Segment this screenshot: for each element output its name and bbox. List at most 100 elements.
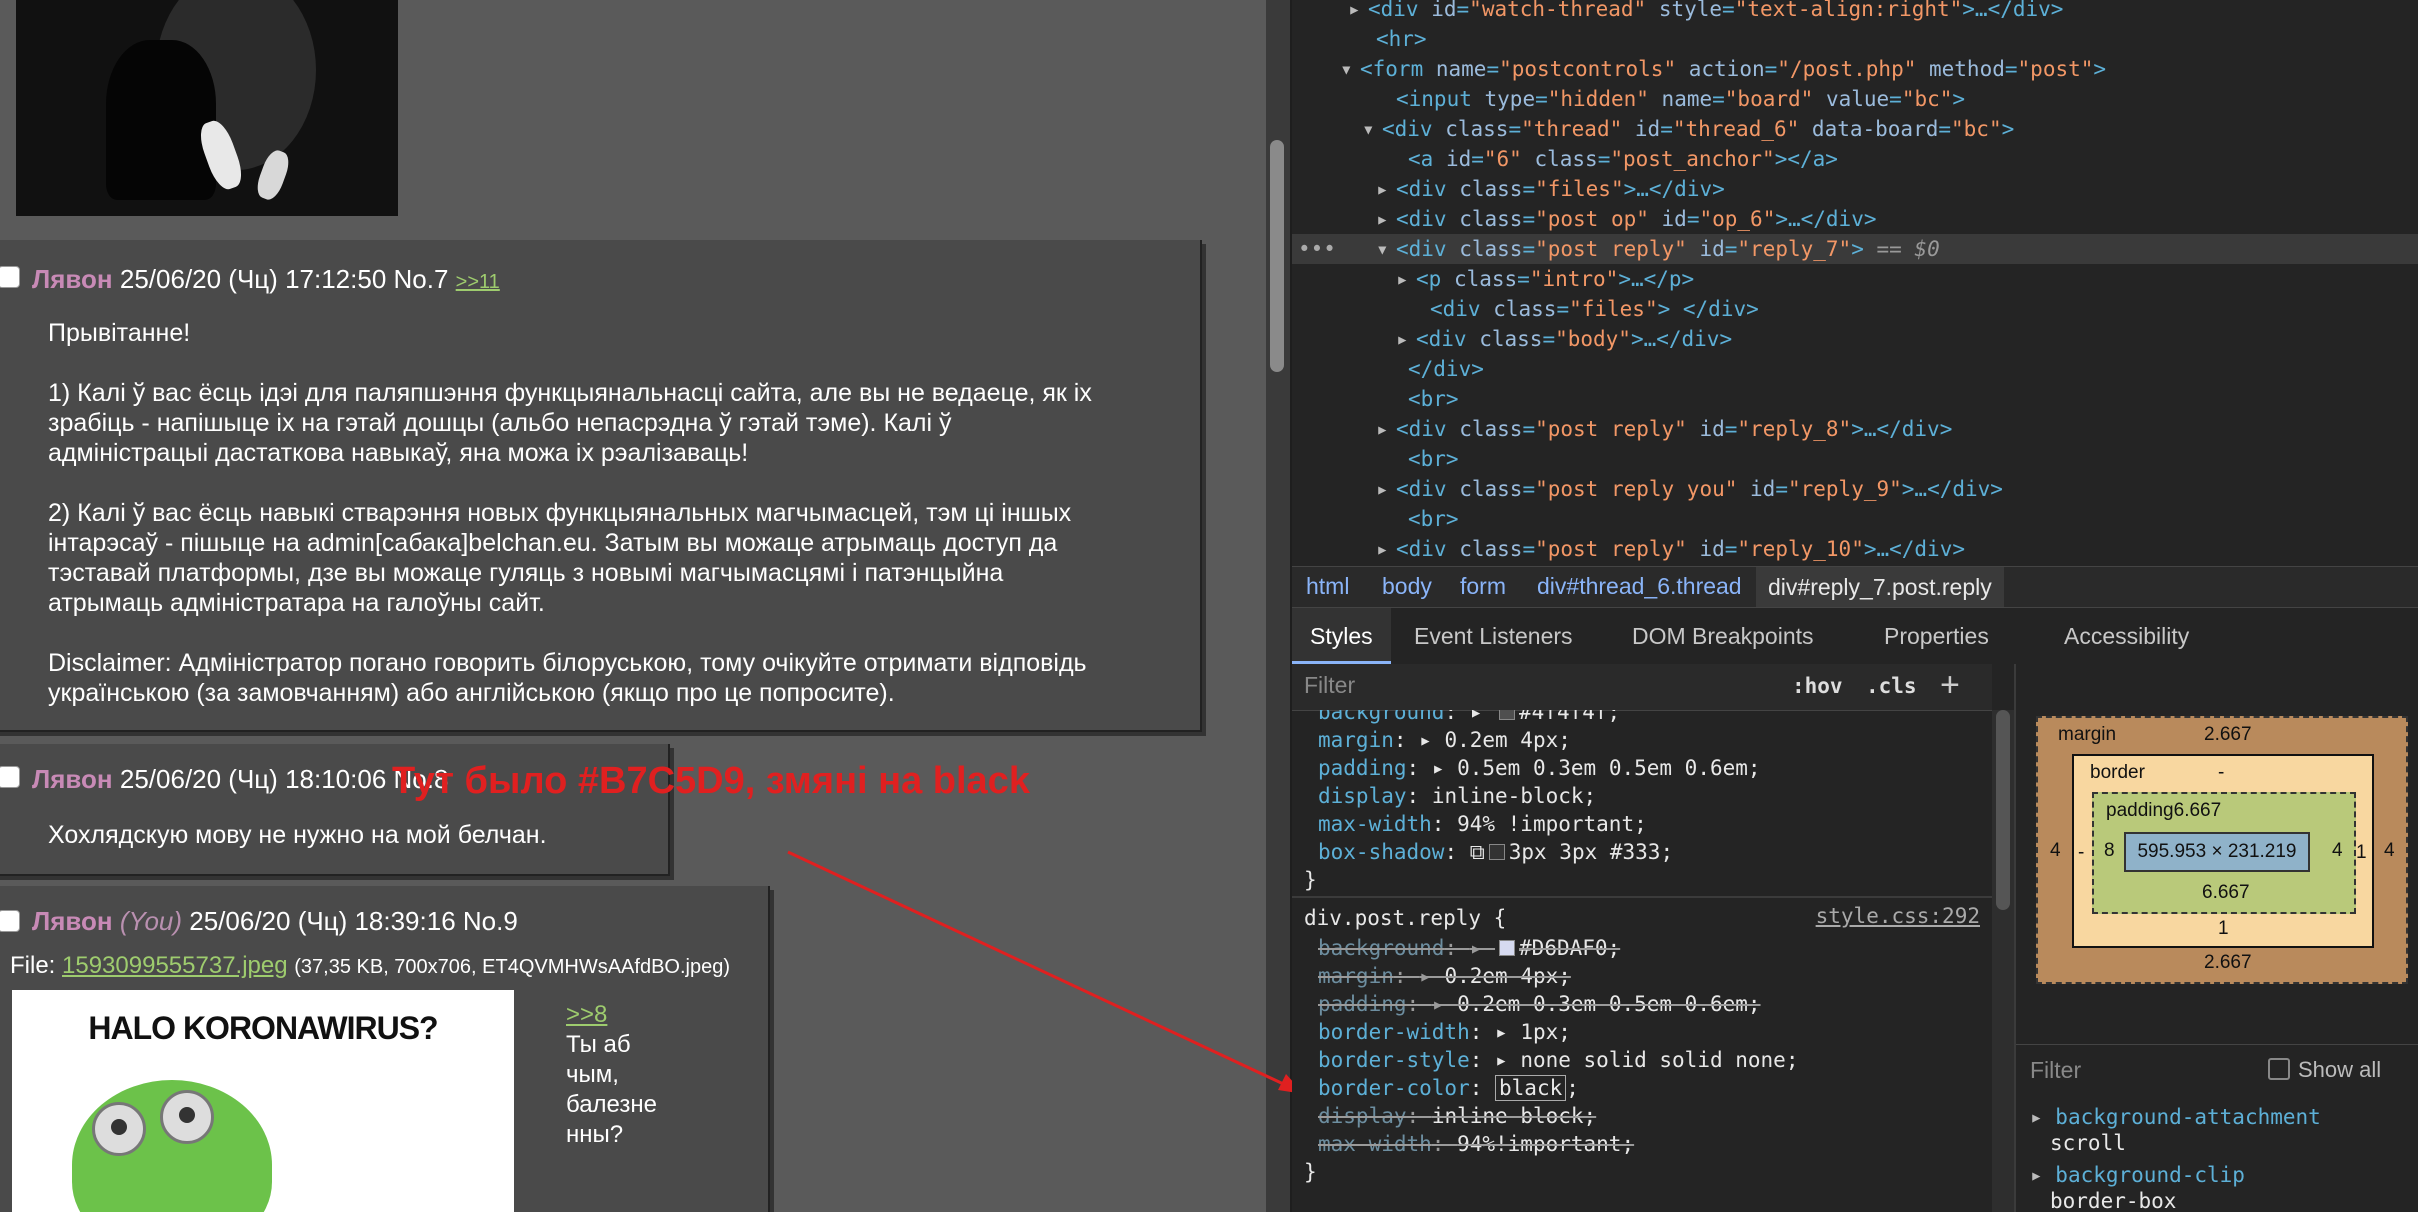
css-property-name[interactable]: border-style	[1318, 1048, 1470, 1072]
dom-node[interactable]: <div class="files"> </div>	[1292, 294, 2418, 324]
css-property-name[interactable]: padding	[1318, 992, 1407, 1016]
expand-triangle-icon[interactable]: ▸	[1376, 174, 1396, 204]
css-property-value[interactable]: none solid solid none;	[1520, 1048, 1798, 1072]
collapse-triangle-icon[interactable]: ▾	[1376, 234, 1396, 264]
css-declaration[interactable]: border-width: ▸ 1px;	[1318, 1018, 1571, 1046]
computed-property[interactable]: ▸ background-attachment	[2030, 1105, 2321, 1129]
collapse-triangle-icon[interactable]: ▾	[1362, 114, 1382, 144]
computed-filter-input[interactable]: Filter	[2030, 1057, 2081, 1084]
tab-dom-breakpoints[interactable]: DOM Breakpoints	[1614, 608, 1832, 664]
expand-triangle-icon[interactable]: ▸	[1376, 534, 1396, 564]
css-declaration[interactable]: margin: ▸ 0.2em 4px;	[1318, 726, 1571, 754]
expand-triangle-icon[interactable]: ▸	[1376, 204, 1396, 234]
box-padding[interactable]: padding6.667 6.667 8 4 595.953 × 231.219	[2092, 792, 2356, 914]
dom-node[interactable]: ▸ <div class="post op" id="op_6">…</div>	[1292, 204, 2418, 234]
op-image[interactable]	[16, 0, 398, 216]
post-image[interactable]: HALO KORONAWIRUS?	[12, 990, 514, 1212]
css-property-value[interactable]: inline-block;	[1432, 1104, 1596, 1128]
dom-node[interactable]: ▸ <div class="post reply" id="reply_8">…<…	[1292, 414, 2418, 444]
stylesheet-link[interactable]: style.css:292	[1816, 904, 1980, 928]
css-declaration[interactable]: max-width: 94%!important;	[1318, 1130, 1634, 1158]
css-declaration[interactable]: background: ▸ #4f4f4f;	[1318, 710, 1620, 726]
expand-triangle-icon[interactable]: ▸	[1396, 264, 1416, 294]
css-property-name[interactable]: box-shadow	[1318, 840, 1444, 864]
css-property-name[interactable]: max-width	[1318, 812, 1432, 836]
styles-filter-input[interactable]: Filter	[1304, 672, 1355, 699]
tab-properties[interactable]: Properties	[1866, 608, 2007, 664]
expand-triangle-icon[interactable]: ▸	[1432, 756, 1457, 780]
css-property-value[interactable]: 0.2em 0.3em 0.5em 0.6em;	[1457, 992, 1760, 1016]
css-property-value[interactable]: #4f4f4f;	[1519, 710, 1620, 724]
more-options-icon[interactable]: •••	[1298, 234, 1336, 264]
dom-node[interactable]: ▸ <div id="watch-thread" style="text-alig…	[1292, 0, 2418, 24]
dom-node[interactable]: <hr>	[1292, 24, 2418, 54]
css-declaration[interactable]: border-color: black;	[1318, 1074, 1579, 1102]
color-swatch[interactable]	[1499, 710, 1516, 720]
css-property-name[interactable]: max-width	[1318, 1132, 1432, 1156]
shadow-editor-icon[interactable]: ⧉	[1470, 840, 1485, 864]
expand-triangle-icon[interactable]: ▸	[2030, 1163, 2055, 1187]
dom-node[interactable]: <input type="hidden" name="board" value=…	[1292, 84, 2418, 114]
expand-triangle-icon[interactable]: ▸	[1495, 1020, 1520, 1044]
expand-triangle-icon[interactable]: ▸	[1419, 964, 1444, 988]
breadcrumb-item[interactable]: div#thread_6.thread	[1537, 573, 1742, 600]
css-property-value[interactable]: 94%!important;	[1457, 1132, 1634, 1156]
dom-node[interactable]: ▸ <p class="intro">…</p>	[1292, 264, 2418, 294]
computed-property[interactable]: ▸ background-clip	[2030, 1163, 2245, 1187]
css-selector[interactable]: div.post.reply {	[1304, 904, 1506, 932]
show-all-toggle[interactable]: Show all	[2268, 1057, 2381, 1083]
css-declaration[interactable]: padding: ▸ 0.2em 0.3em 0.5em 0.6em;	[1318, 990, 1761, 1018]
css-property-name[interactable]: margin	[1318, 728, 1394, 752]
css-property-name[interactable]: border-color	[1318, 1076, 1470, 1100]
expand-triangle-icon[interactable]: ▸	[1396, 324, 1416, 354]
css-property-value[interactable]: black	[1495, 1075, 1567, 1101]
box-border[interactable]: border - 1 - 1 padding6.667 6.667 8 4 59…	[2072, 754, 2374, 948]
new-rule-button[interactable]: +	[1940, 666, 1960, 705]
dom-node[interactable]: <br>	[1292, 444, 2418, 474]
css-property-name[interactable]: padding	[1318, 756, 1407, 780]
expand-triangle-icon[interactable]: ▸	[1495, 1048, 1520, 1072]
breadcrumb-item[interactable]: body	[1382, 573, 1432, 600]
css-property-value[interactable]: 0.2em 4px;	[1444, 964, 1570, 988]
dom-node[interactable]: </div>	[1292, 354, 2418, 384]
post-checkbox[interactable]	[0, 266, 20, 288]
css-property-name[interactable]: background	[1318, 936, 1444, 960]
color-swatch[interactable]	[1488, 844, 1505, 860]
tab-accessibility[interactable]: Accessibility	[2046, 608, 2207, 664]
breadcrumb-item[interactable]: div#reply_7.post.reply	[1756, 567, 2004, 607]
expand-triangle-icon[interactable]: ▸	[1432, 992, 1457, 1016]
css-declaration[interactable]: display: inline-block;	[1318, 1102, 1596, 1130]
dom-node[interactable]: <br>	[1292, 504, 2418, 534]
breadcrumb-item[interactable]: html	[1306, 573, 1349, 600]
expand-triangle-icon[interactable]: ▸	[1419, 728, 1444, 752]
css-declaration[interactable]: background: ▸ #D6DAF0;	[1318, 934, 1620, 962]
css-declaration[interactable]: box-shadow: ⧉ 3px 3px #333;	[1318, 838, 1673, 866]
cls-button[interactable]: .cls	[1866, 674, 1917, 698]
dom-node[interactable]: ▾ <div class="thread" id="thread_6" data-…	[1292, 114, 2418, 144]
css-property-value[interactable]: 0.5em 0.3em 0.5em 0.6em;	[1457, 756, 1760, 780]
css-rules[interactable]: background: ▸ #4f4f4f; margin: ▸ 0.2em 4p…	[1292, 710, 1992, 1212]
css-property-value[interactable]: 0.2em 4px;	[1444, 728, 1570, 752]
css-property-value[interactable]: 3px 3px #333;	[1509, 840, 1673, 864]
css-property-name[interactable]: border-width	[1318, 1020, 1470, 1044]
post-checkbox[interactable]	[0, 766, 20, 788]
css-declaration[interactable]: border-style: ▸ none solid solid none;	[1318, 1046, 1798, 1074]
tab-event-listeners[interactable]: Event Listeners	[1396, 608, 1591, 664]
css-property-name[interactable]: background	[1318, 710, 1444, 724]
css-property-value[interactable]: inline-block;	[1432, 784, 1596, 808]
expand-triangle-icon[interactable]: ▸	[1470, 710, 1495, 724]
quote-link[interactable]: >>8	[566, 1000, 657, 1030]
box-margin[interactable]: margin 2.667 2.667 4 4 border - 1 - 1 pa…	[2036, 716, 2408, 984]
page-scrollbar-thumb[interactable]	[1270, 140, 1284, 372]
dom-node[interactable]: ▸ <div class="post reply you" id="reply_9…	[1292, 474, 2418, 504]
tab-styles[interactable]: Styles	[1292, 608, 1391, 664]
show-all-checkbox[interactable]	[2268, 1058, 2290, 1080]
backlink[interactable]: >>11	[456, 271, 500, 293]
post-number[interactable]: No.7	[394, 264, 449, 294]
css-property-value[interactable]: #D6DAF0;	[1519, 936, 1620, 960]
file-link[interactable]: 1593099555737.jpeg	[62, 952, 288, 979]
expand-triangle-icon[interactable]: ▸	[1376, 474, 1396, 504]
dom-node[interactable]: ▾ <form name="postcontrols" action="/post…	[1292, 54, 2418, 84]
dom-node[interactable]: ▸ <div class="post reply" id="reply_10">……	[1292, 534, 2418, 564]
dom-node[interactable]: ▸ <div class="body">…</div>	[1292, 324, 2418, 354]
